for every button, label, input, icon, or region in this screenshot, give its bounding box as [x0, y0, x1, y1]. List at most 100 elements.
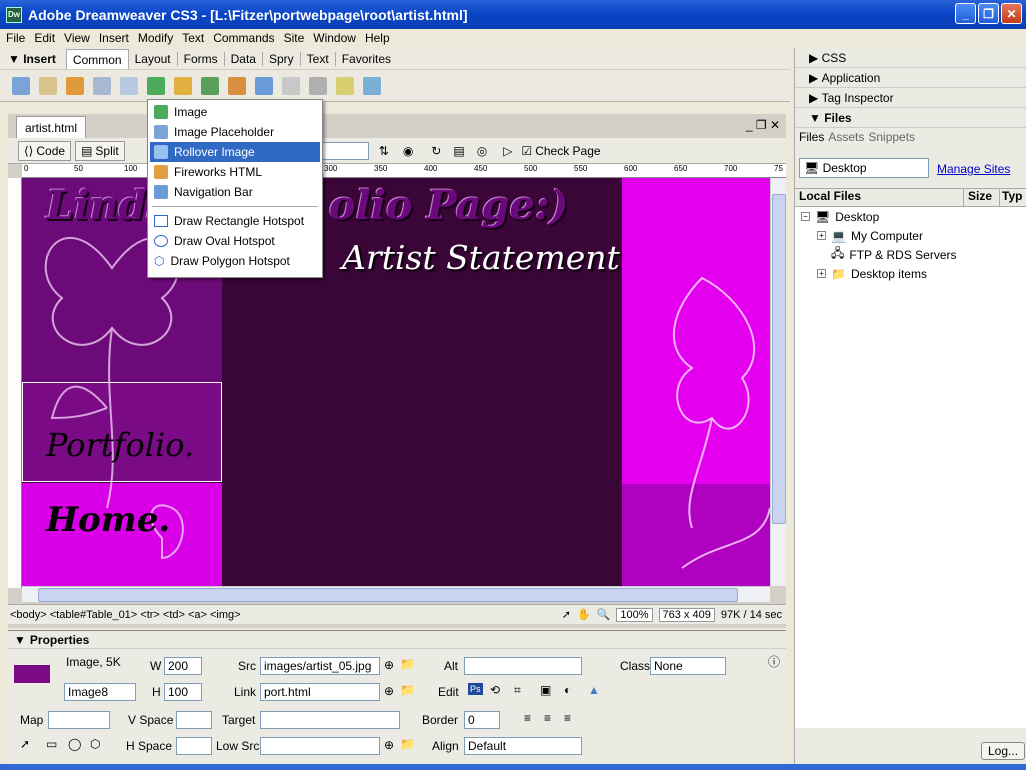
- panel-files[interactable]: ▼ Files: [795, 108, 1026, 128]
- vspace-field[interactable]: [176, 711, 212, 729]
- table-icon[interactable]: [93, 76, 111, 95]
- menu-item-image[interactable]: Image: [150, 102, 320, 122]
- menu-window[interactable]: Window: [313, 31, 362, 45]
- oval-hotspot-tool-icon[interactable]: ◯: [68, 737, 81, 751]
- browse-folder-icon[interactable]: 📁: [400, 657, 415, 671]
- menu-view[interactable]: View: [64, 31, 96, 45]
- help-icon[interactable]: ⓘ: [768, 653, 780, 670]
- properties-header[interactable]: ▼ Properties: [8, 631, 786, 649]
- brightness-contrast-icon[interactable]: ◐: [564, 683, 571, 697]
- tab-data[interactable]: Data: [225, 51, 263, 66]
- panel-css[interactable]: ▶ CSS: [795, 48, 1026, 68]
- select-tool-icon[interactable]: ➚: [562, 608, 571, 621]
- comment-icon[interactable]: [255, 76, 273, 95]
- menu-item-polygon-hotspot[interactable]: ⬡ Draw Polygon Hotspot: [150, 251, 320, 271]
- panel-application[interactable]: ▶ Application: [795, 68, 1026, 88]
- browse-folder-icon[interactable]: 📁: [400, 737, 415, 751]
- crop-icon[interactable]: ⌗: [514, 683, 521, 698]
- manage-sites-link[interactable]: Manage Sites: [937, 162, 1010, 176]
- tab-layout[interactable]: Layout: [129, 51, 178, 66]
- menu-item-fireworks-html[interactable]: Fireworks HTML: [150, 162, 320, 182]
- expand-icon[interactable]: +: [817, 231, 826, 240]
- visual-aids-icon[interactable]: ◎: [477, 144, 487, 158]
- horizontal-scrollbar[interactable]: [22, 586, 770, 602]
- table-cell-right-top[interactable]: [622, 178, 770, 484]
- tree-item-desktop-items[interactable]: + 📁 Desktop items: [795, 264, 1026, 283]
- hand-tool-icon[interactable]: ✋: [577, 608, 591, 621]
- align-center-icon[interactable]: ≡: [544, 711, 551, 725]
- photoshop-edit-icon[interactable]: Ps: [468, 683, 483, 695]
- head-icon[interactable]: [282, 76, 300, 95]
- rectangle-hotspot-tool-icon[interactable]: ▭: [46, 737, 57, 751]
- size-header[interactable]: Size: [963, 189, 999, 206]
- align-right-icon[interactable]: ≡: [564, 711, 571, 725]
- menu-help[interactable]: Help: [365, 31, 396, 45]
- border-field[interactable]: 0: [464, 711, 500, 729]
- date-icon[interactable]: [201, 76, 219, 95]
- menu-item-image-placeholder[interactable]: Image Placeholder: [150, 122, 320, 142]
- browse-folder-icon[interactable]: 📁: [400, 683, 415, 697]
- media-icon[interactable]: [174, 76, 192, 95]
- email-link-icon[interactable]: [39, 76, 57, 95]
- tag-chooser-icon[interactable]: [363, 76, 381, 95]
- menu-item-oval-hotspot[interactable]: Draw Oval Hotspot: [150, 231, 320, 251]
- menu-item-rollover-image[interactable]: Rollover Image: [150, 142, 320, 162]
- hspace-field[interactable]: [176, 737, 212, 755]
- menu-text[interactable]: Text: [182, 31, 210, 45]
- file-management-icon[interactable]: ⇅: [379, 144, 389, 158]
- src-field[interactable]: images/artist_05.jpg: [260, 657, 380, 675]
- div-icon[interactable]: [120, 76, 138, 95]
- scroll-thumb[interactable]: [772, 194, 786, 524]
- menu-modify[interactable]: Modify: [138, 31, 179, 45]
- named-anchor-icon[interactable]: [66, 76, 84, 95]
- tab-spry[interactable]: Spry: [263, 51, 301, 66]
- log-button[interactable]: Log...: [981, 742, 1026, 760]
- insert-bar-title[interactable]: ▼ Insert: [8, 52, 56, 66]
- tab-files[interactable]: Files: [799, 130, 824, 146]
- menu-insert[interactable]: Insert: [99, 31, 135, 45]
- split-view-button[interactable]: ▤ Split: [75, 140, 125, 161]
- local-files-header[interactable]: Local Files: [795, 189, 963, 206]
- resample-icon[interactable]: ▣: [540, 683, 551, 697]
- tab-assets[interactable]: Assets: [828, 130, 864, 146]
- align-select[interactable]: Default: [464, 737, 582, 755]
- tab-text[interactable]: Text: [301, 51, 336, 66]
- polygon-hotspot-tool-icon[interactable]: ⬡: [90, 737, 100, 751]
- menu-edit[interactable]: Edit: [34, 31, 61, 45]
- code-view-button[interactable]: ⟨⟩ Code: [18, 140, 72, 161]
- close-button[interactable]: ✕: [1001, 3, 1022, 24]
- panel-tag-inspector[interactable]: ▶ Tag Inspector: [795, 88, 1026, 108]
- restore-button[interactable]: ❐: [978, 3, 999, 24]
- scroll-thumb[interactable]: [38, 588, 738, 602]
- script-icon[interactable]: [309, 76, 327, 95]
- tab-forms[interactable]: Forms: [178, 51, 225, 66]
- sharpen-icon[interactable]: ▲: [588, 683, 600, 697]
- view-options-icon[interactable]: ▤: [453, 144, 464, 158]
- table-cell-right-bottom[interactable]: [622, 484, 770, 586]
- pointer-hotspot-tool-icon[interactable]: ➚: [20, 737, 30, 751]
- align-left-icon[interactable]: ≡: [524, 711, 531, 725]
- tab-favorites[interactable]: Favorites: [336, 52, 397, 66]
- validate-markup-icon[interactable]: ▷: [503, 144, 512, 158]
- tree-item-ftp-servers[interactable]: 🖧 FTP & RDS Servers: [795, 245, 1026, 264]
- tree-item-desktop[interactable]: − 🖥 Desktop: [795, 207, 1026, 226]
- point-to-file-icon[interactable]: ⊕: [384, 738, 394, 752]
- width-field[interactable]: 200: [164, 657, 202, 675]
- menu-item-navigation-bar[interactable]: Navigation Bar: [150, 182, 320, 202]
- menu-item-rectangle-hotspot[interactable]: Draw Rectangle Hotspot: [150, 211, 320, 231]
- hyperlink-icon[interactable]: [12, 76, 30, 95]
- check-page-button[interactable]: ☑ Check Page: [516, 142, 605, 160]
- collapse-icon[interactable]: −: [801, 212, 810, 221]
- design-canvas[interactable]: Linds olio Page:) Artist Statement Portfo…: [22, 178, 770, 586]
- document-tab[interactable]: artist.html: [16, 116, 87, 138]
- link-field[interactable]: port.html: [260, 683, 380, 701]
- tag-selector[interactable]: <body> <table#Table_01> <tr> <td> <a> <i…: [10, 609, 241, 621]
- height-field[interactable]: 100: [164, 683, 202, 701]
- tab-common[interactable]: Common: [65, 48, 129, 69]
- low-src-field[interactable]: [260, 737, 380, 755]
- point-to-file-icon[interactable]: ⊕: [384, 684, 394, 698]
- minimize-button[interactable]: _: [955, 3, 976, 24]
- image-name-field[interactable]: Image8: [64, 683, 136, 701]
- target-select[interactable]: [260, 711, 400, 729]
- preview-browser-icon[interactable]: ◉: [403, 144, 413, 158]
